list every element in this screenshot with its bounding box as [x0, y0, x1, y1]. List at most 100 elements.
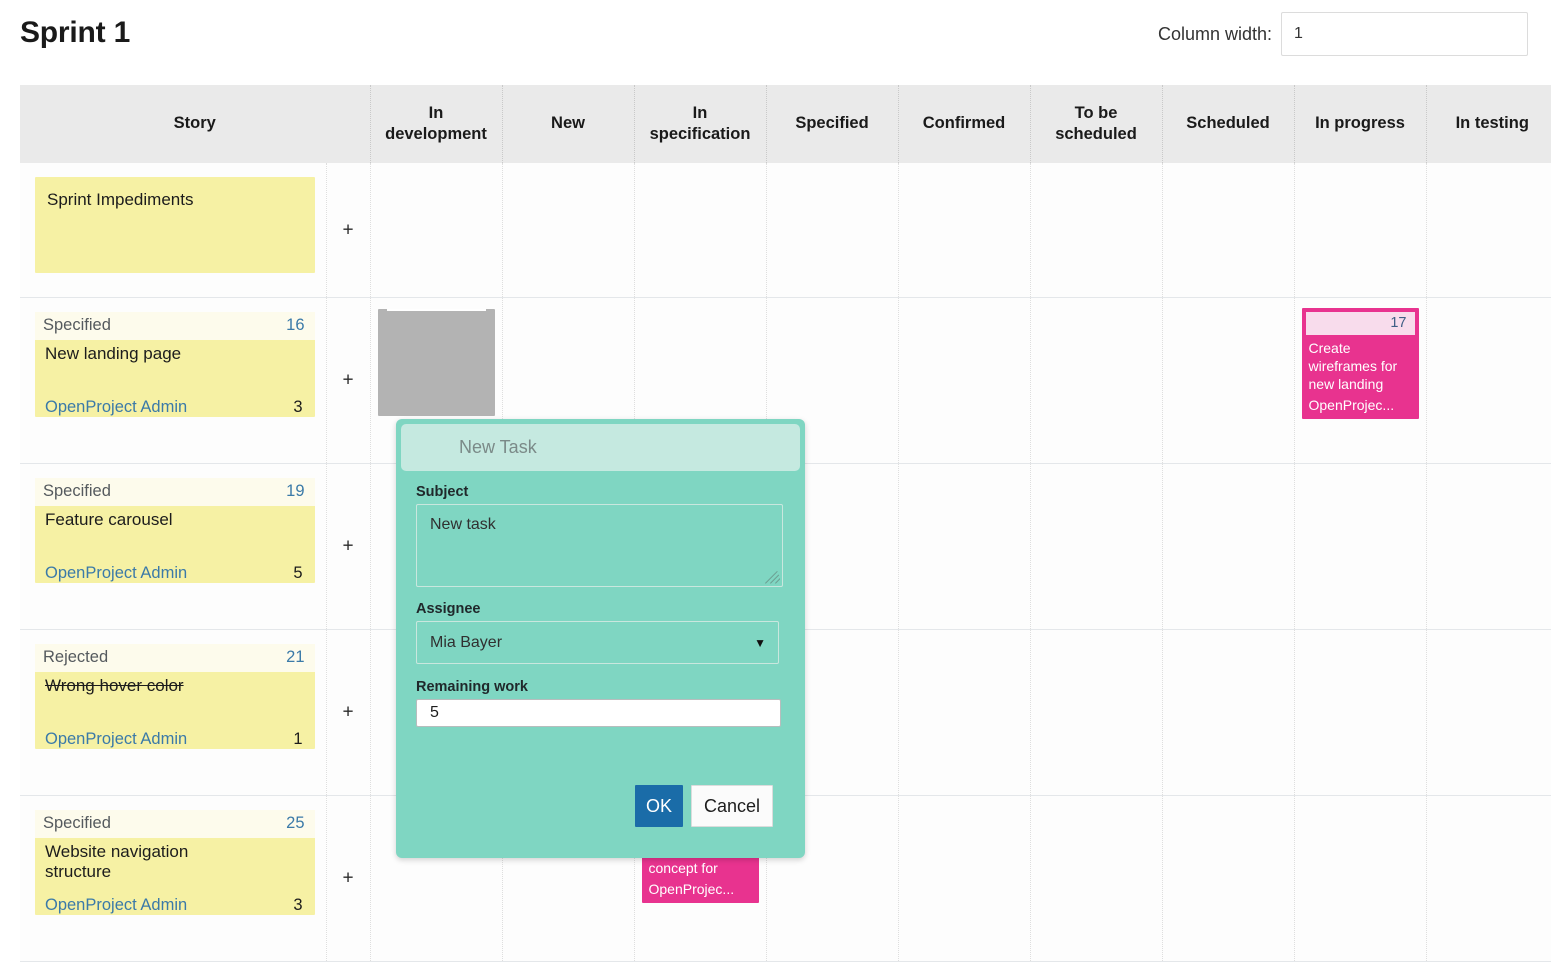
cell-scheduled[interactable] [1162, 629, 1294, 795]
story-id: 16 [286, 316, 304, 335]
add-task-icon[interactable]: + [327, 371, 370, 390]
story-assignee[interactable]: OpenProject Admin [45, 730, 187, 749]
cell-to-be-scheduled[interactable] [1030, 795, 1162, 961]
task-card-header: 17 [1306, 312, 1415, 335]
cell-confirmed[interactable] [898, 163, 1030, 297]
story-card-header: Rejected 21 [35, 644, 315, 672]
assignee-value: Mia Bayer [430, 634, 502, 652]
story-id: 21 [286, 648, 304, 667]
cell-new[interactable] [502, 163, 634, 297]
task-drag-placeholder [378, 309, 495, 416]
assignee-select[interactable]: Mia Bayer ▼ [416, 621, 779, 664]
story-assignee[interactable]: OpenProject Admin [45, 398, 187, 417]
cell-in-specification[interactable] [634, 163, 766, 297]
cell-specified[interactable] [766, 163, 898, 297]
taskboard-header-row: Story In development New In specificatio… [20, 85, 1551, 163]
column-header-specified[interactable]: Specified [766, 85, 898, 163]
cell-in-testing[interactable] [1426, 463, 1551, 629]
dialog-actions: OK Cancel [635, 785, 773, 827]
add-task-icon[interactable]: + [327, 869, 370, 888]
story-card[interactable]: Specified 16 New landing page OpenProjec… [35, 312, 315, 417]
cell-in-progress[interactable]: 17 Create wireframes for new landing Ope… [1294, 297, 1426, 463]
cell-scheduled[interactable] [1162, 795, 1294, 961]
cell-confirmed[interactable] [898, 629, 1030, 795]
story-cell: Specified 25 Website navigation structur… [20, 795, 326, 961]
story-card-footer: OpenProject Admin 1 [35, 730, 315, 749]
add-task-icon[interactable]: + [327, 703, 370, 722]
story-id: 19 [286, 482, 304, 501]
cell-in-testing[interactable] [1426, 795, 1551, 961]
cell-to-be-scheduled[interactable] [1030, 297, 1162, 463]
cell-in-progress[interactable] [1294, 629, 1426, 795]
column-width-control: Column width: [1158, 12, 1528, 56]
column-header-new[interactable]: New [502, 85, 634, 163]
cell-in-development[interactable] [370, 163, 502, 297]
table-row: Sprint Impediments + [20, 163, 1551, 297]
story-status: Specified [43, 814, 111, 833]
story-card-title: Sprint Impediments [47, 190, 303, 210]
cell-scheduled[interactable] [1162, 297, 1294, 463]
story-status: Rejected [43, 648, 108, 667]
column-header-to-be-scheduled[interactable]: To be scheduled [1030, 85, 1162, 163]
story-assignee[interactable]: OpenProject Admin [45, 896, 187, 915]
add-task-cell[interactable]: + [326, 163, 370, 297]
subject-value: New task [417, 505, 782, 534]
cell-in-testing[interactable] [1426, 629, 1551, 795]
story-points: 5 [293, 564, 302, 583]
story-status: Specified [43, 316, 111, 335]
cell-in-progress[interactable] [1294, 463, 1426, 629]
cancel-button[interactable]: Cancel [691, 785, 773, 827]
cell-in-progress[interactable] [1294, 795, 1426, 961]
cell-to-be-scheduled[interactable] [1030, 629, 1162, 795]
column-width-input[interactable] [1281, 12, 1528, 56]
story-card[interactable]: Sprint Impediments [35, 177, 315, 273]
cell-to-be-scheduled[interactable] [1030, 163, 1162, 297]
ok-button[interactable]: OK [635, 785, 683, 827]
task-card[interactable]: 17 Create wireframes for new landing Ope… [1302, 308, 1419, 420]
task-id: 17 [1390, 315, 1406, 331]
story-cell: Rejected 21 Wrong hover color OpenProjec… [20, 629, 326, 795]
add-task-cell[interactable]: + [326, 795, 370, 961]
story-card-header: Specified 25 [35, 810, 315, 838]
cell-in-testing[interactable] [1426, 297, 1551, 463]
add-task-cell[interactable]: + [326, 629, 370, 795]
story-cell: Specified 19 Feature carousel OpenProjec… [20, 463, 326, 629]
story-card-title: Feature carousel [35, 506, 315, 530]
add-task-cell[interactable]: + [326, 463, 370, 629]
column-header-story[interactable]: Story [20, 85, 370, 163]
resize-grip-icon[interactable] [765, 569, 780, 584]
column-header-in-testing[interactable]: In testing [1426, 85, 1551, 163]
add-task-cell[interactable]: + [326, 297, 370, 463]
cell-scheduled[interactable] [1162, 463, 1294, 629]
cell-in-progress[interactable] [1294, 163, 1426, 297]
subject-input[interactable]: New task [416, 504, 783, 587]
story-card-header: Specified 19 [35, 478, 315, 506]
column-header-in-specification[interactable]: In specification [634, 85, 766, 163]
column-header-confirmed[interactable]: Confirmed [898, 85, 1030, 163]
cell-to-be-scheduled[interactable] [1030, 463, 1162, 629]
column-header-scheduled[interactable]: Scheduled [1162, 85, 1294, 163]
cell-confirmed[interactable] [898, 795, 1030, 961]
add-task-icon[interactable]: + [327, 537, 370, 556]
column-header-in-development[interactable]: In development [370, 85, 502, 163]
story-card-footer: OpenProject Admin 3 [35, 398, 315, 417]
remaining-work-label: Remaining work [416, 679, 787, 695]
cell-scheduled[interactable] [1162, 163, 1294, 297]
story-points: 3 [293, 896, 302, 915]
placeholder-line [387, 309, 486, 311]
story-card[interactable]: Specified 25 Website navigation structur… [35, 810, 315, 915]
story-card[interactable]: Rejected 21 Wrong hover color OpenProjec… [35, 644, 315, 749]
story-card[interactable]: Specified 19 Feature carousel OpenProjec… [35, 478, 315, 583]
top-bar: Sprint 1 Column width: [0, 0, 1551, 82]
subject-label: Subject [416, 484, 787, 500]
add-task-icon[interactable]: + [327, 220, 370, 239]
cell-in-testing[interactable] [1426, 163, 1551, 297]
cell-confirmed[interactable] [898, 297, 1030, 463]
page-title: Sprint 1 [20, 16, 130, 50]
column-header-in-progress[interactable]: In progress [1294, 85, 1426, 163]
chevron-down-icon[interactable]: ▼ [754, 636, 766, 650]
story-assignee[interactable]: OpenProject Admin [45, 564, 187, 583]
remaining-work-input[interactable] [416, 699, 781, 727]
story-cell: Sprint Impediments [20, 163, 326, 297]
cell-confirmed[interactable] [898, 463, 1030, 629]
